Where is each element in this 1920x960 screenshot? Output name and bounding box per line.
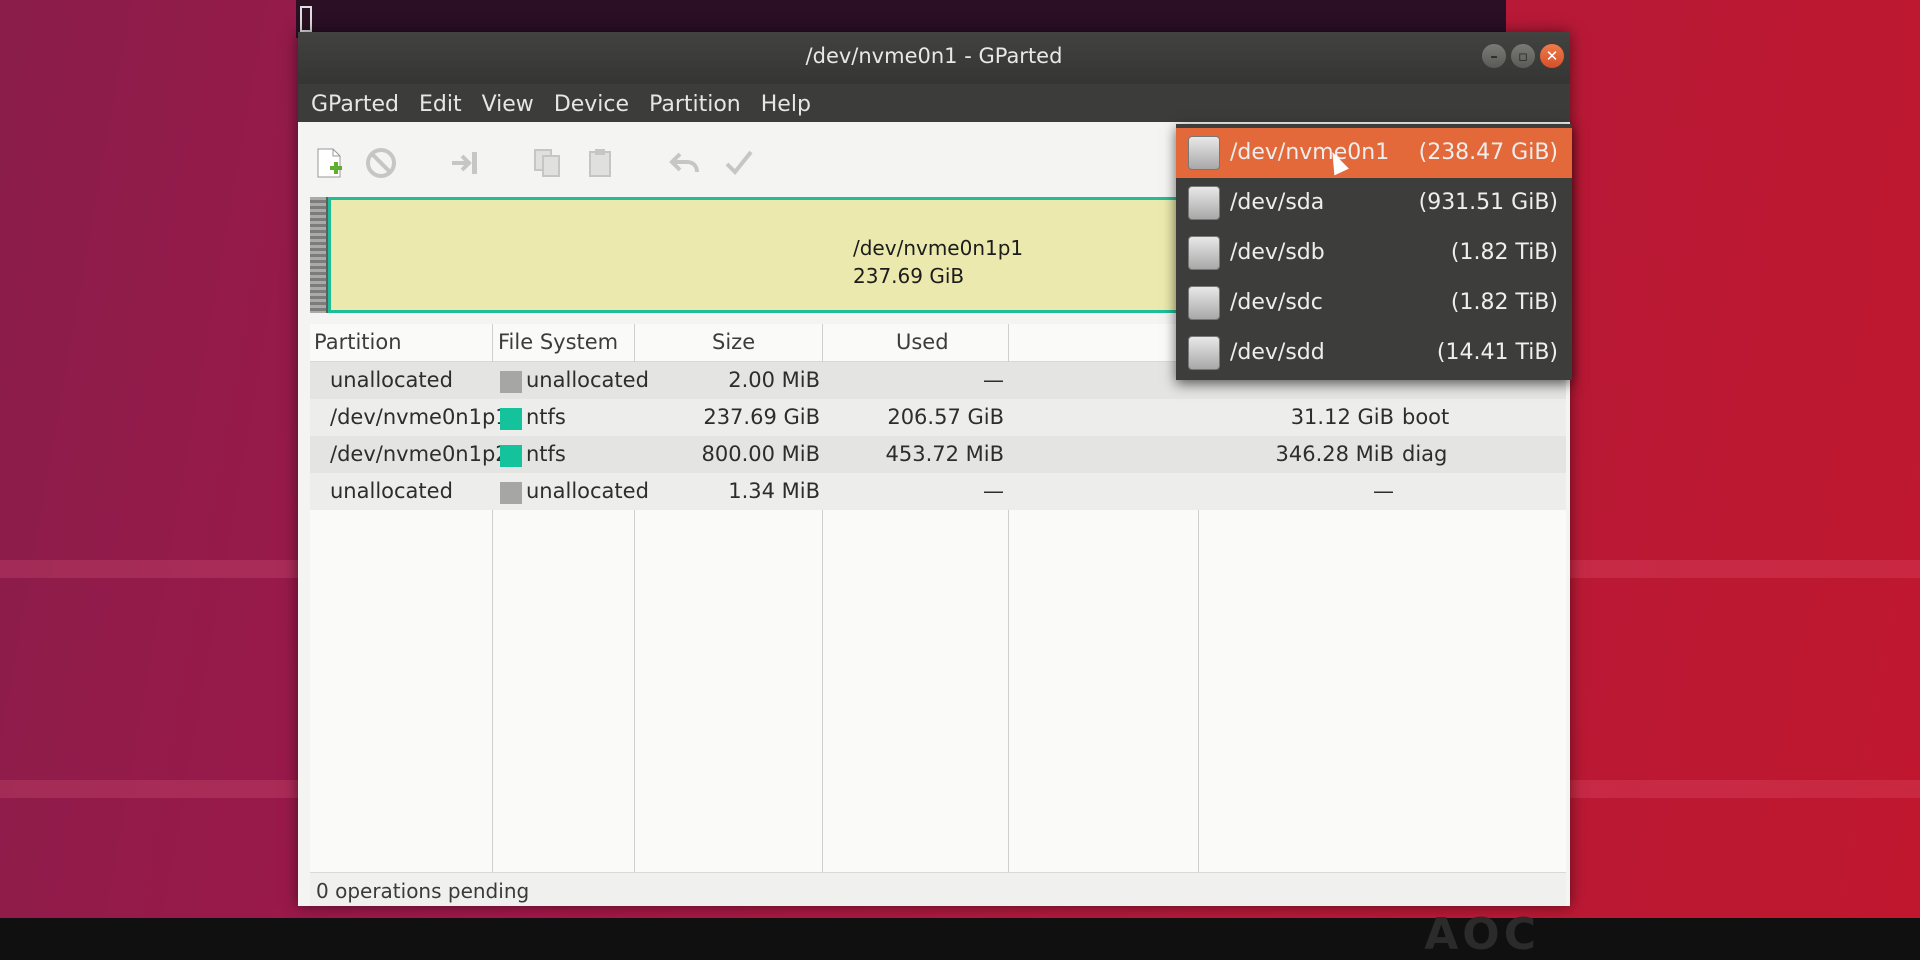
- disk-map-unallocated[interactable]: [310, 197, 326, 313]
- menu-edit[interactable]: Edit: [409, 84, 472, 122]
- device-name: /dev/sdd: [1230, 340, 1325, 365]
- paste-icon[interactable]: [584, 146, 618, 180]
- filesystem-color-swatch: [500, 445, 522, 467]
- cell-partition: unallocated: [330, 368, 453, 392]
- header-filesystem[interactable]: File System: [498, 330, 618, 354]
- header-used[interactable]: Used: [896, 330, 949, 354]
- filesystem-color-swatch: [500, 482, 522, 504]
- monitor-logo: AOC: [1424, 909, 1540, 960]
- harddisk-icon: [1188, 286, 1220, 320]
- window-controls: – ▫ ✕: [1482, 44, 1564, 68]
- cell-size: 1.34 MiB: [728, 479, 820, 503]
- cell-unused: —: [1373, 479, 1394, 503]
- partition-table: Partition File System Size Used unalloca…: [310, 324, 1566, 874]
- undo-icon[interactable]: [668, 146, 702, 180]
- maximize-button[interactable]: ▫: [1511, 44, 1535, 68]
- device-name: /dev/nvme0n1: [1230, 140, 1390, 165]
- cell-partition: /dev/nvme0n1p1: [330, 405, 509, 429]
- cell-size: 2.00 MiB: [728, 368, 820, 392]
- menu-help[interactable]: Help: [751, 84, 821, 122]
- menu-view[interactable]: View: [472, 84, 544, 122]
- table-row[interactable]: unallocated unallocated 1.34 MiB — —: [310, 473, 1566, 510]
- device-item-sdd[interactable]: /dev/sdd (14.41 TiB): [1176, 328, 1572, 378]
- harddisk-icon: [1188, 336, 1220, 370]
- copy-icon[interactable]: [530, 146, 564, 180]
- filesystem-color-swatch: [500, 408, 522, 430]
- table-row[interactable]: /dev/nvme0n1p2 ntfs 800.00 MiB 453.72 Mi…: [310, 436, 1566, 473]
- device-item-sdb[interactable]: /dev/sdb (1.82 TiB): [1176, 228, 1572, 278]
- window-title: /dev/nvme0n1 - GParted: [805, 44, 1063, 68]
- table-row[interactable]: /dev/nvme0n1p1 ntfs 237.69 GiB 206.57 Gi…: [310, 399, 1566, 436]
- resize-move-icon[interactable]: [448, 146, 482, 180]
- cell-used: 453.72 MiB: [885, 442, 1004, 466]
- minimize-button[interactable]: –: [1482, 44, 1506, 68]
- filesystem-color-swatch: [500, 371, 522, 393]
- harddisk-icon: [1188, 186, 1220, 220]
- menu-device[interactable]: Device: [544, 84, 639, 122]
- cell-partition: /dev/nvme0n1p2: [330, 442, 509, 466]
- device-item-nvme0n1[interactable]: /dev/nvme0n1 (238.47 GiB): [1176, 128, 1572, 178]
- disk-map-partition[interactable]: /dev/nvme0n1p1 237.69 GiB: [328, 197, 1190, 313]
- apply-icon[interactable]: [722, 146, 756, 180]
- cell-used: —: [983, 368, 1004, 392]
- disk-map-partition-name: /dev/nvme0n1p1: [853, 236, 1024, 260]
- cell-filesystem: ntfs: [526, 405, 566, 429]
- device-item-sda[interactable]: /dev/sda (931.51 GiB): [1176, 178, 1572, 228]
- cell-used: 206.57 GiB: [887, 405, 1004, 429]
- monitor-bezel: AOC: [0, 909, 1920, 960]
- disk-map: /dev/nvme0n1p1 237.69 GiB: [310, 197, 1190, 313]
- header-size[interactable]: Size: [712, 330, 755, 354]
- close-button[interactable]: ✕: [1540, 44, 1564, 68]
- cell-unused: 31.12 GiB: [1290, 405, 1394, 429]
- cell-flags: diag: [1402, 442, 1448, 466]
- titlebar[interactable]: /dev/nvme0n1 - GParted – ▫ ✕: [298, 32, 1570, 84]
- cell-unused: 346.28 MiB: [1275, 442, 1394, 466]
- menubar: GParted Edit View Device Partition Help: [298, 84, 1570, 122]
- menu-gparted[interactable]: GParted: [298, 84, 409, 122]
- new-partition-icon[interactable]: [312, 146, 346, 180]
- device-size: (238.47 GiB): [1418, 140, 1558, 165]
- terminal-cursor: [300, 6, 312, 32]
- cell-filesystem: ntfs: [526, 442, 566, 466]
- device-name: /dev/sda: [1230, 190, 1325, 215]
- cell-size: 237.69 GiB: [703, 405, 820, 429]
- cell-used: —: [983, 479, 1004, 503]
- harddisk-icon: [1188, 136, 1220, 170]
- disk-map-partition-size: 237.69 GiB: [853, 264, 965, 288]
- cell-partition: unallocated: [330, 479, 453, 503]
- cell-filesystem: unallocated: [526, 368, 649, 392]
- device-name: /dev/sdc: [1230, 290, 1323, 315]
- device-size: (1.82 TiB): [1450, 290, 1558, 315]
- header-partition[interactable]: Partition: [314, 330, 402, 354]
- cell-filesystem: unallocated: [526, 479, 649, 503]
- device-item-sdc[interactable]: /dev/sdc (1.82 TiB): [1176, 278, 1572, 328]
- device-name: /dev/sdb: [1230, 240, 1325, 265]
- device-dropdown: /dev/nvme0n1 (238.47 GiB) /dev/sda (931.…: [1176, 124, 1572, 380]
- device-size: (931.51 GiB): [1418, 190, 1558, 215]
- device-size: (1.82 TiB): [1450, 240, 1558, 265]
- delete-partition-icon[interactable]: [364, 146, 398, 180]
- cell-size: 800.00 MiB: [701, 442, 820, 466]
- cell-flags: boot: [1402, 405, 1450, 429]
- disk-map-label: /dev/nvme0n1p1 237.69 GiB: [853, 234, 1023, 290]
- device-size: (14.41 TiB): [1436, 340, 1558, 365]
- harddisk-icon: [1188, 236, 1220, 270]
- menu-partition[interactable]: Partition: [639, 84, 751, 122]
- statusbar: 0 operations pending: [310, 872, 1566, 906]
- status-text: 0 operations pending: [316, 879, 530, 903]
